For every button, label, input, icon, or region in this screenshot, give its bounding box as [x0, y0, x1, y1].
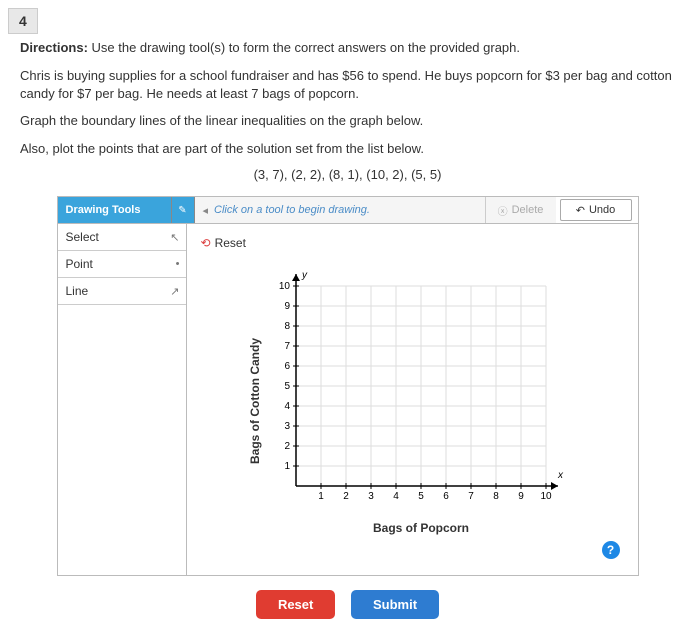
svg-text:10: 10: [279, 281, 291, 292]
directions-text: Use the drawing tool(s) to form the corr…: [88, 40, 520, 55]
tool-hint: ◂Click on a tool to begin drawing.: [195, 197, 485, 223]
submit-button[interactable]: Submit: [351, 590, 439, 619]
question-number: 4: [8, 8, 38, 34]
svg-text:y: y: [301, 270, 308, 281]
tool-line[interactable]: Line↗: [58, 278, 186, 305]
reset-tool-button[interactable]: ⟲Reset: [197, 230, 628, 256]
tool-list: Select↖ Point• Line↗: [58, 224, 187, 575]
points-list: (3, 7), (2, 2), (8, 1), (10, 2), (5, 5): [20, 167, 675, 182]
tool-select[interactable]: Select↖: [58, 224, 186, 251]
svg-text:7: 7: [468, 491, 474, 502]
cursor-icon: ↖: [170, 231, 179, 244]
delete-icon: ⓧ: [498, 203, 508, 218]
directions: Directions: Use the drawing tool(s) to f…: [20, 40, 675, 55]
directions-label: Directions:: [20, 40, 88, 55]
svg-text:10: 10: [540, 491, 552, 502]
tool-point[interactable]: Point•: [58, 251, 186, 278]
undo-button[interactable]: ↶Undo: [560, 199, 632, 221]
svg-text:7: 7: [284, 341, 290, 352]
svg-text:9: 9: [284, 301, 290, 312]
svg-text:8: 8: [493, 491, 499, 502]
point-icon: •: [176, 258, 180, 270]
problem-text-3: Also, plot the points that are part of t…: [20, 140, 675, 158]
svg-text:2: 2: [343, 491, 349, 502]
svg-text:1: 1: [318, 491, 324, 502]
svg-text:5: 5: [418, 491, 424, 502]
undo-icon: ↶: [576, 204, 585, 217]
problem-text-1: Chris is buying supplies for a school fu…: [20, 67, 675, 102]
svg-text:5: 5: [284, 381, 290, 392]
line-icon: ↗: [170, 285, 179, 298]
graph-canvas[interactable]: 1 2 3 4 5 6 7 8 9 10 1 2 3 4 5 6 7 8 9 10 x y: [266, 266, 576, 516]
svg-text:2: 2: [284, 441, 290, 452]
svg-text:3: 3: [284, 421, 290, 432]
svg-text:1: 1: [284, 461, 290, 472]
drawing-tool-panel: Drawing Tools ✎ ◂Click on a tool to begi…: [57, 196, 639, 576]
svg-text:6: 6: [443, 491, 449, 502]
tools-header: Drawing Tools: [58, 197, 172, 223]
svg-text:8: 8: [284, 321, 290, 332]
reset-button[interactable]: Reset: [256, 590, 335, 619]
caret-left-icon: ◂: [203, 204, 209, 217]
y-axis-label: Bags of Cotton Candy: [248, 338, 262, 464]
svg-text:4: 4: [393, 491, 399, 502]
problem-text-2: Graph the boundary lines of the linear i…: [20, 112, 675, 130]
svg-text:6: 6: [284, 361, 290, 372]
svg-text:x: x: [557, 470, 564, 481]
svg-text:4: 4: [284, 401, 290, 412]
delete-button[interactable]: ⓧDelete: [485, 197, 556, 223]
svg-text:9: 9: [518, 491, 524, 502]
svg-text:3: 3: [368, 491, 374, 502]
help-button[interactable]: ?: [602, 541, 620, 559]
x-axis-label: Bags of Popcorn: [266, 521, 576, 535]
reset-icon: ⟲: [201, 236, 211, 250]
pin-icon[interactable]: ✎: [172, 197, 195, 223]
